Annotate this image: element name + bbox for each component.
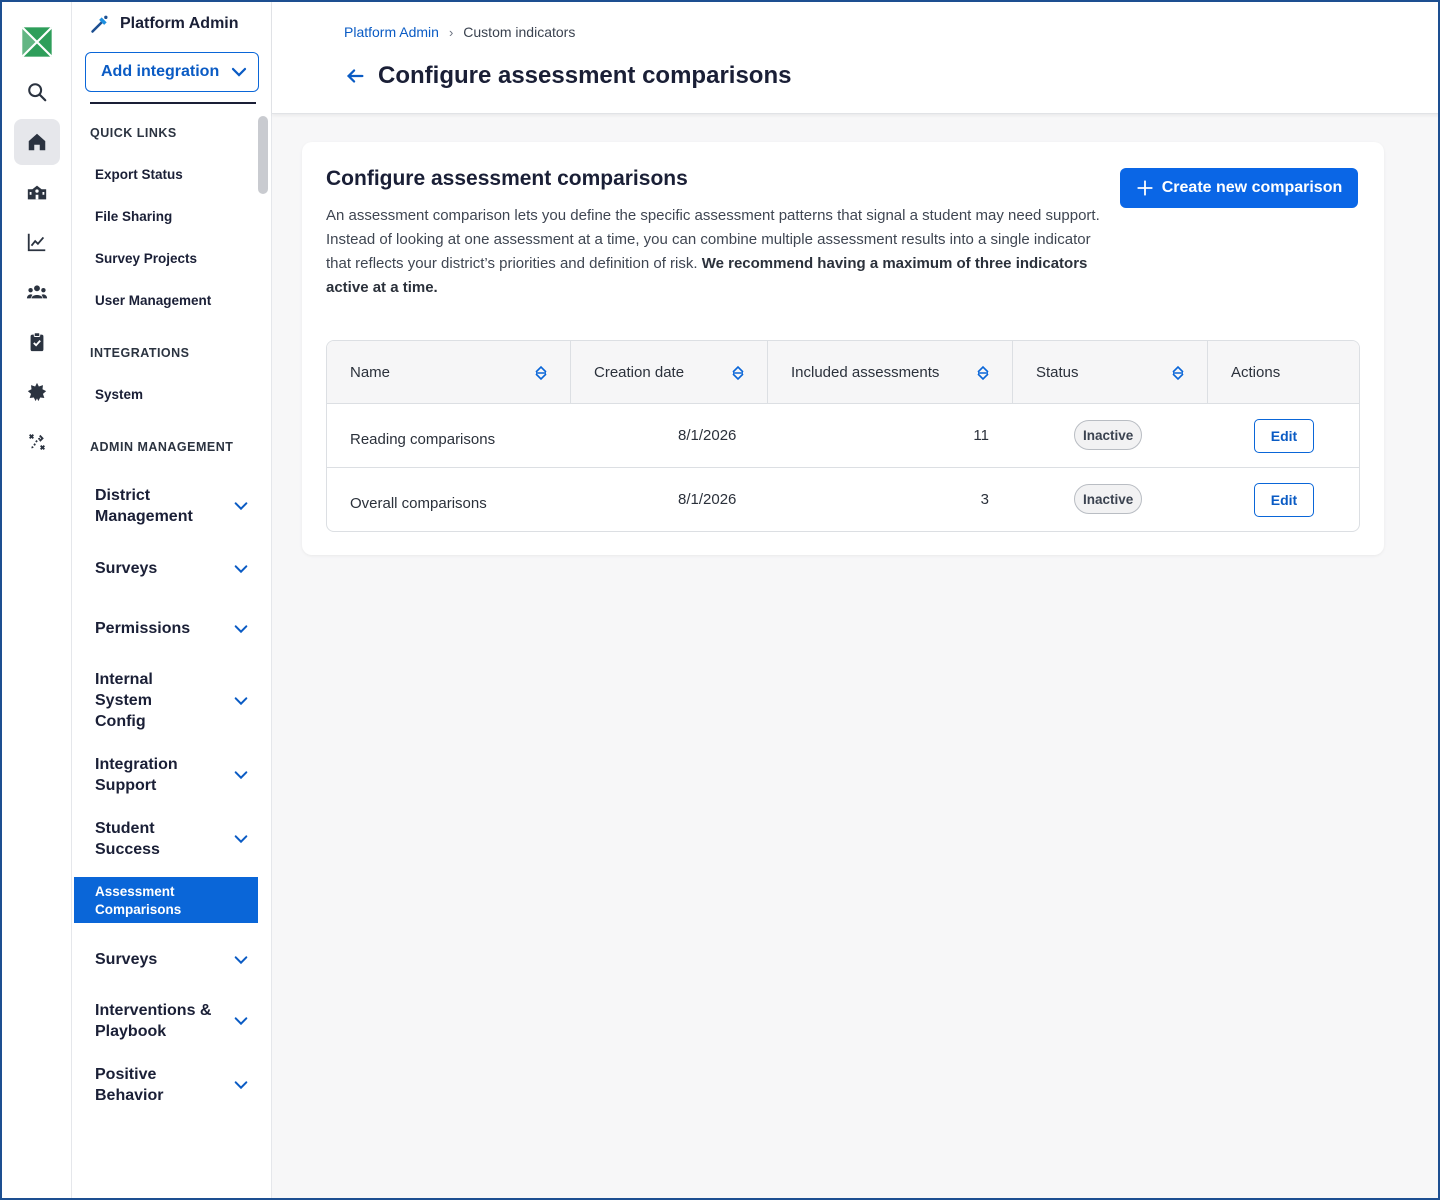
row-name: Reading comparisons [350, 431, 496, 448]
column-header-name[interactable]: Name [327, 341, 571, 404]
column-header-status[interactable]: Status [1013, 341, 1208, 404]
people-icon[interactable] [14, 269, 60, 315]
chevron-down-icon [234, 835, 248, 844]
column-header-actions: Actions [1208, 341, 1359, 404]
status-badge: Inactive [1074, 420, 1143, 450]
sidebar-divider [90, 102, 256, 104]
nav-group-label: Surveys [95, 951, 158, 968]
quick-link-survey-projects[interactable]: Survey Projects [95, 251, 197, 266]
edit-button[interactable]: Edit [1254, 483, 1314, 517]
quick-link-export-status[interactable]: Export Status [95, 167, 183, 182]
chevron-down-icon [234, 1081, 248, 1090]
comparisons-card: Configure assessment comparisons An asse… [302, 142, 1384, 555]
plus-icon [1137, 180, 1153, 196]
nav-group-label: Positive Behavior [95, 1066, 164, 1104]
add-integration-label: Add integration [101, 63, 220, 80]
chevron-down-icon [234, 1017, 248, 1026]
create-comparison-label: Create new comparison [1161, 179, 1343, 196]
nav-group-label: Student Success [95, 820, 160, 858]
nav-group-integration-support[interactable]: Integration Support [95, 754, 255, 796]
edit-button[interactable]: Edit [1254, 419, 1314, 453]
row-creation-date: 8/1/2026 [678, 491, 737, 508]
table-header: Name Creation date Included assessments … [327, 341, 1359, 404]
page-title: Configure assessment comparisons [344, 62, 791, 90]
icon-rail [2, 2, 72, 1198]
sidebar: Platform Admin Add integration QUICK LIN… [72, 2, 272, 1198]
nav-group-internal-system-config[interactable]: Internal System Config [95, 669, 255, 732]
badge-icon[interactable] [14, 369, 60, 415]
nav-group-label: Integration Support [95, 756, 178, 794]
sort-icon [732, 365, 744, 381]
chevron-down-icon [234, 624, 248, 633]
nav-group-label: Surveys [95, 560, 158, 577]
app-logo-icon[interactable] [14, 19, 60, 65]
page-title-text: Configure assessment comparisons [378, 62, 792, 89]
quick-link-file-sharing[interactable]: File Sharing [95, 209, 172, 224]
row-assessment-count: 3 [980, 491, 989, 508]
column-header-included-assessments[interactable]: Included assessments [768, 341, 1013, 404]
nav-item-assessment-comparisons[interactable]: Assessment Comparisons [74, 877, 258, 923]
nav-group-label: Internal System Config [95, 671, 153, 730]
tools-icon [91, 15, 108, 33]
card-description: An assessment comparison lets you define… [326, 204, 1106, 300]
nav-group-positive-behavior[interactable]: Positive Behavior [95, 1064, 255, 1106]
quick-link-user-management[interactable]: User Management [95, 293, 211, 308]
breadcrumb-platform-admin[interactable]: Platform Admin [344, 24, 439, 40]
nav-group-surveys-2[interactable]: Surveys [95, 949, 255, 970]
table-row: Overall comparisons 8/1/2026 3 Inactive … [327, 468, 1359, 531]
sidebar-title-label: Platform Admin [120, 15, 239, 32]
table-row: Reading comparisons 8/1/2026 11 Inactive… [327, 404, 1359, 468]
home-icon[interactable] [14, 119, 60, 165]
column-label: Actions [1231, 364, 1281, 381]
add-integration-button[interactable]: Add integration [85, 52, 259, 92]
row-name: Overall comparisons [350, 495, 487, 512]
breadcrumb: Platform Admin › Custom indicators [344, 24, 575, 40]
sort-icon [1172, 365, 1184, 381]
admin-management-heading: ADMIN MANAGEMENT [90, 440, 234, 454]
row-assessment-count: 11 [973, 427, 989, 444]
nav-group-label: District Management [95, 487, 193, 525]
chevron-down-icon [234, 955, 248, 964]
nav-group-student-success[interactable]: Student Success [95, 818, 255, 860]
row-creation-date: 8/1/2026 [678, 427, 737, 444]
comparisons-table: Name Creation date Included assessments … [326, 340, 1360, 532]
chevron-down-icon [234, 771, 248, 780]
back-arrow-icon[interactable] [344, 65, 366, 87]
chevron-down-icon [231, 67, 247, 77]
strategy-icon[interactable] [14, 419, 60, 465]
integration-system[interactable]: System [95, 387, 143, 402]
nav-group-interventions-playbook[interactable]: Interventions & Playbook [95, 1000, 255, 1042]
sort-icon [535, 365, 547, 381]
nav-group-permissions[interactable]: Permissions [95, 618, 255, 639]
sidebar-title: Platform Admin [90, 14, 239, 34]
clipboard-icon[interactable] [14, 319, 60, 365]
chevron-down-icon [234, 696, 248, 705]
integrations-heading: INTEGRATIONS [90, 346, 190, 360]
breadcrumb-current: Custom indicators [463, 24, 576, 40]
nav-group-surveys[interactable]: Surveys [95, 558, 255, 579]
sidebar-scrollbar[interactable] [258, 116, 268, 194]
chart-icon[interactable] [14, 219, 60, 265]
chevron-down-icon [234, 564, 248, 573]
column-label: Status [1036, 364, 1079, 381]
sort-icon [977, 365, 989, 381]
nav-item-label: Assessment Comparisons [95, 884, 182, 917]
nav-group-district-management[interactable]: District Management [95, 485, 255, 527]
column-label: Creation date [594, 364, 685, 381]
status-badge: Inactive [1074, 484, 1143, 514]
column-header-creation-date[interactable]: Creation date [571, 341, 768, 404]
column-label: Name [350, 364, 391, 381]
chevron-down-icon [234, 502, 248, 511]
nav-group-label: Permissions [95, 620, 191, 637]
school-icon[interactable] [14, 169, 60, 215]
card-title: Configure assessment comparisons [326, 167, 688, 190]
app-window: Platform Admin Add integration QUICK LIN… [0, 0, 1440, 1200]
page-header: Platform Admin › Custom indicators Confi… [272, 2, 1438, 114]
quick-links-heading: QUICK LINKS [90, 126, 177, 140]
breadcrumb-separator-icon: › [448, 24, 454, 40]
nav-group-label: Interventions & Playbook [95, 1002, 212, 1040]
column-label: Included assessments [791, 364, 940, 381]
create-comparison-button[interactable]: Create new comparison [1120, 168, 1358, 208]
search-icon[interactable] [14, 69, 60, 115]
